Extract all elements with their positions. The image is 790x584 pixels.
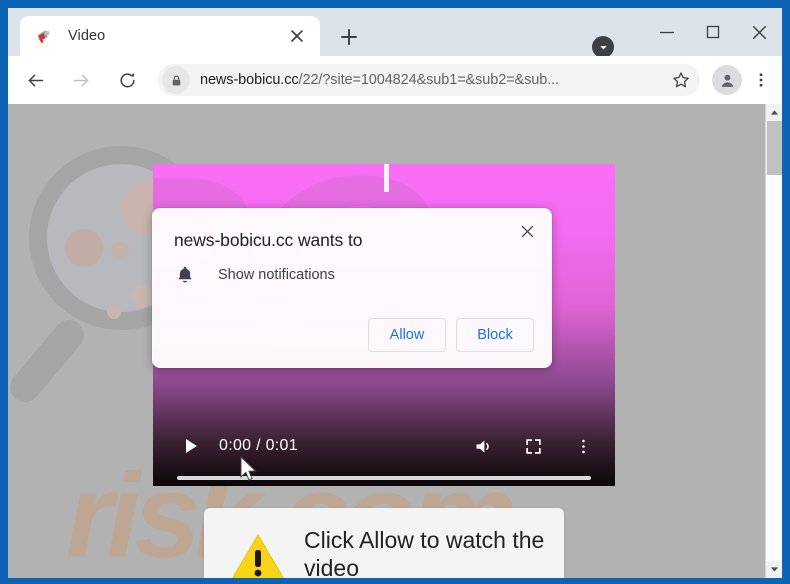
- video-controls: 0:00 / 0:01: [153, 424, 615, 468]
- url-path: /22/?site=1004824&sub1=&sub2=&sub...: [298, 72, 559, 88]
- notice-card: Click Allow to watch the video: [204, 508, 564, 578]
- notification-permission-dialog: news-bobicu.cc wants to Show notificatio…: [152, 208, 552, 368]
- warning-triangle-icon: [232, 534, 284, 578]
- video-frame-marker: [384, 164, 389, 192]
- permission-row-label: Show notifications: [218, 267, 335, 283]
- browser-toolbar: news-bobicu.cc/22/?site=1004824&sub1=&su…: [8, 56, 782, 104]
- address-bar[interactable]: news-bobicu.cc/22/?site=1004824&sub1=&su…: [158, 64, 700, 96]
- address-bar-url: news-bobicu.cc/22/?site=1004824&sub1=&su…: [200, 72, 559, 88]
- back-button[interactable]: [16, 61, 54, 99]
- bell-icon: [178, 266, 192, 283]
- volume-icon[interactable]: [469, 432, 497, 460]
- notice-text: Click Allow to watch the video: [304, 527, 545, 578]
- video-progress-bar[interactable]: [177, 476, 591, 480]
- tab-title: Video: [68, 28, 106, 44]
- permission-dialog-title: news-bobicu.cc wants to: [174, 230, 363, 250]
- page-scrollbar[interactable]: [765, 104, 782, 578]
- page-viewport: PC risk.com PC 0:00 / 0:01: [8, 104, 782, 578]
- scrollbar-down-arrow[interactable]: [766, 561, 782, 578]
- video-options-icon[interactable]: [569, 432, 597, 460]
- scrollbar-thumb[interactable]: [767, 121, 782, 175]
- lock-icon[interactable]: [162, 66, 190, 94]
- permission-dialog-buttons: Allow Block: [368, 318, 534, 352]
- browser-menu-button[interactable]: [746, 61, 776, 99]
- megaphone-icon: [34, 26, 54, 46]
- tab-close-button[interactable]: [288, 27, 306, 45]
- browser-window: Video news-bobicu.cc/22/?site=1004824&su…: [0, 0, 790, 584]
- tab-video[interactable]: Video: [20, 16, 320, 56]
- window-controls: [644, 8, 782, 56]
- forward-button[interactable]: [62, 61, 100, 99]
- download-indicator-icon[interactable]: [592, 36, 614, 58]
- bookmark-star-icon[interactable]: [668, 67, 694, 93]
- close-button[interactable]: [736, 8, 782, 56]
- allow-button[interactable]: Allow: [368, 318, 446, 352]
- new-tab-button[interactable]: [336, 24, 362, 50]
- block-button[interactable]: Block: [456, 318, 534, 352]
- tab-strip: Video: [8, 8, 782, 58]
- scrollbar-up-arrow[interactable]: [766, 104, 782, 121]
- maximize-button[interactable]: [690, 8, 736, 56]
- scrollbar-track[interactable]: [766, 175, 782, 561]
- url-host: news-bobicu.cc: [200, 72, 299, 88]
- video-time-display: 0:00 / 0:01: [219, 437, 298, 454]
- video-play-button[interactable]: [177, 432, 205, 460]
- permission-row: Show notifications: [174, 264, 335, 286]
- permission-dialog-close-icon[interactable]: [516, 220, 538, 242]
- fullscreen-icon[interactable]: [519, 432, 547, 460]
- minimize-button[interactable]: [644, 8, 690, 56]
- profile-avatar[interactable]: [712, 65, 742, 95]
- reload-button[interactable]: [108, 61, 146, 99]
